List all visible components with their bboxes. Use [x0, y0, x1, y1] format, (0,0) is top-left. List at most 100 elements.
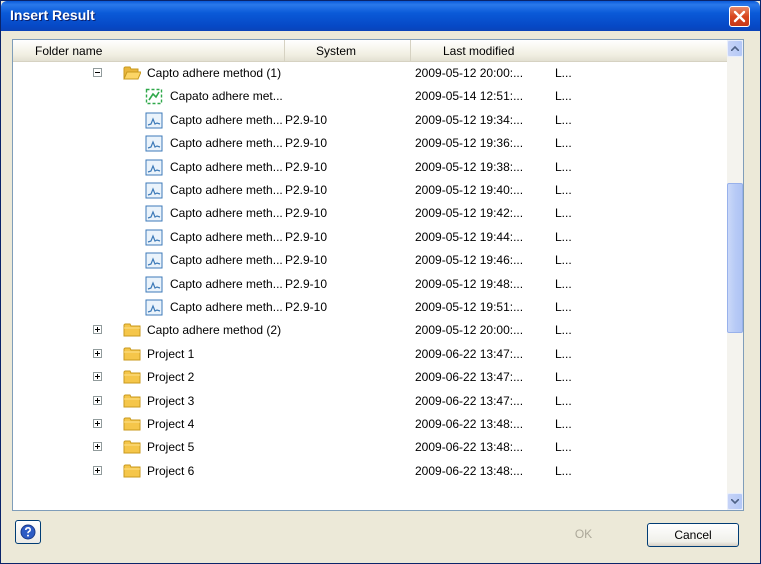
column-system[interactable]: System: [285, 40, 411, 62]
row-last-modified: 2009-05-12 20:00:...: [415, 66, 524, 80]
row-name: Project 5: [147, 440, 195, 455]
open-folder-icon: [123, 65, 142, 81]
scroll-down-icon: [731, 499, 739, 504]
tree-row[interactable]: Project 4 2009-06-22 13:48:... L...: [13, 413, 727, 436]
expand-toggle[interactable]: [93, 395, 102, 405]
row-name: Capto adhere meth...: [170, 183, 283, 197]
expand-toggle[interactable]: [93, 442, 102, 452]
expand-toggle[interactable]: [93, 419, 102, 428]
row-last-modified: 2009-06-22 13:47:...: [415, 370, 524, 385]
row-name: Capto adhere meth...: [170, 159, 283, 174]
tree-row[interactable]: Project 5 2009-06-22 13:48:... L...: [13, 436, 727, 459]
tree-row[interactable]: Project 6 2009-06-22 13:48:... L...: [13, 460, 727, 483]
expand-toggle[interactable]: [93, 465, 102, 475]
row-extra-column: L...: [555, 229, 572, 244]
result-icon: [145, 252, 163, 269]
tree-row[interactable]: Capto adhere meth... P2.9-10 2009-05-12 19…: [13, 202, 727, 225]
row-extra-column: L...: [555, 346, 572, 361]
tree-row[interactable]: Capto adhere meth... P2.9-10 2009-05-12 19…: [13, 226, 727, 249]
row-extra-column: L...: [555, 206, 572, 221]
tree-row[interactable]: Capto adhere meth... P2.9-10 2009-05-12 19…: [13, 156, 727, 179]
tree-row[interactable]: Capato adhere met... 2009-05-14 12:51:...…: [13, 85, 727, 108]
tree-row[interactable]: Capto adhere meth... P2.9-10 2009-05-12 19…: [13, 296, 727, 319]
result-icon: [145, 229, 163, 246]
row-extra-column: L...: [555, 370, 572, 385]
close-button[interactable]: [729, 6, 750, 27]
vertical-scrollbar[interactable]: [727, 40, 743, 510]
tree-row[interactable]: Capto adhere method (2) 2009-05-12 20:00:…: [13, 319, 727, 342]
row-system: P2.9-10: [285, 136, 328, 151]
tree-row[interactable]: Capto adhere meth... P2.9-10 2009-05-12 19…: [13, 273, 727, 296]
row-extra-column: L...: [555, 276, 572, 291]
row-name: Capto adhere meth...: [170, 253, 283, 268]
row-name: Capato adhere met...: [170, 89, 283, 104]
row-name: Capto adhere meth...: [170, 112, 283, 127]
row-last-modified: 2009-05-12 19:40:...: [415, 183, 524, 197]
result-tree-list[interactable]: Folder name System Last modified Capto a…: [12, 39, 744, 511]
folder-icon: [123, 393, 141, 409]
row-last-modified: 2009-05-12 19:34:...: [415, 112, 524, 127]
row-name: Project 3: [147, 393, 195, 408]
close-icon: [733, 10, 746, 23]
tree-row[interactable]: Project 3 2009-06-22 13:47:... L...: [13, 390, 727, 413]
result-icon: [145, 135, 163, 152]
row-extra-column: L...: [555, 112, 572, 127]
column-folder-name[interactable]: Folder name: [13, 40, 285, 62]
tree-row[interactable]: Capto adhere meth... P2.9-10 2009-05-12 19…: [13, 179, 727, 202]
scroll-up-icon: [731, 46, 739, 51]
expand-toggle[interactable]: [93, 372, 102, 382]
result-icon: [145, 205, 163, 222]
row-extra-column: L...: [555, 253, 572, 268]
expand-toggle[interactable]: [93, 348, 102, 358]
row-name: Capto adhere method (2): [147, 323, 282, 338]
row-extra-column: L...: [555, 417, 572, 431]
row-extra-column: L...: [555, 300, 572, 314]
row-last-modified: 2009-06-22 13:47:...: [415, 346, 524, 361]
row-system: P2.9-10: [285, 183, 328, 197]
row-name: Capto adhere meth...: [170, 300, 283, 314]
collapse-toggle[interactable]: [93, 68, 102, 77]
tree-row[interactable]: Capto adhere method (1) 2009-05-12 20:00:…: [13, 62, 727, 85]
row-last-modified: 2009-06-22 13:48:...: [415, 417, 524, 431]
ok-button[interactable]: OK: [533, 523, 634, 547]
tree-row[interactable]: Capto adhere meth... P2.9-10 2009-05-12 19…: [13, 132, 727, 155]
tree-row[interactable]: Project 1 2009-06-22 13:47:... L...: [13, 343, 727, 366]
column-header: Folder name System Last modified: [13, 40, 727, 62]
row-last-modified: 2009-05-12 19:42:...: [415, 206, 524, 221]
title-bar[interactable]: Insert Result: [1, 1, 760, 31]
row-name: Capto adhere meth...: [170, 206, 283, 221]
tree-row[interactable]: Project 2 2009-06-22 13:47:... L...: [13, 366, 727, 389]
row-name: Capto adhere method (1): [147, 66, 282, 80]
row-name: Capto adhere meth...: [170, 136, 283, 151]
expand-toggle[interactable]: [93, 325, 102, 335]
row-extra-column: L...: [555, 323, 572, 338]
row-extra-column: L...: [555, 66, 572, 80]
row-last-modified: 2009-06-22 13:48:...: [415, 440, 524, 455]
folder-icon: [123, 322, 141, 338]
row-last-modified: 2009-05-12 19:38:...: [415, 159, 524, 174]
folder-icon: [123, 463, 141, 479]
row-last-modified: 2009-05-12 19:36:...: [415, 136, 524, 151]
cancel-button[interactable]: Cancel: [647, 523, 739, 547]
result-icon: [145, 112, 163, 129]
row-system: P2.9-10: [285, 276, 328, 291]
row-system: P2.9-10: [285, 300, 328, 314]
row-name: Project 2: [147, 370, 195, 385]
row-name: Project 6: [147, 463, 195, 478]
row-last-modified: 2009-06-22 13:47:...: [415, 393, 524, 408]
row-last-modified: 2009-06-22 13:48:...: [415, 463, 524, 478]
result-icon: [145, 159, 163, 176]
row-name: Capto adhere meth...: [170, 229, 283, 244]
tree-row[interactable]: Capto adhere meth... P2.9-10 2009-05-12 19…: [13, 109, 727, 132]
method-icon: [145, 88, 163, 105]
scroll-thumb[interactable]: [727, 183, 743, 333]
insert-result-dialog: Insert Result Folder name System Last mo…: [0, 0, 761, 564]
tree-rows: Capto adhere method (1) 2009-05-12 20:00:…: [13, 62, 727, 510]
scroll-up-button[interactable]: [727, 40, 743, 57]
result-icon: [145, 299, 163, 316]
scroll-down-button[interactable]: [727, 493, 743, 510]
tree-row[interactable]: Capto adhere meth... P2.9-10 2009-05-12 19…: [13, 249, 727, 272]
column-last-modified[interactable]: Last modified: [411, 40, 727, 62]
help-button[interactable]: [15, 520, 41, 544]
folder-icon: [123, 369, 141, 385]
